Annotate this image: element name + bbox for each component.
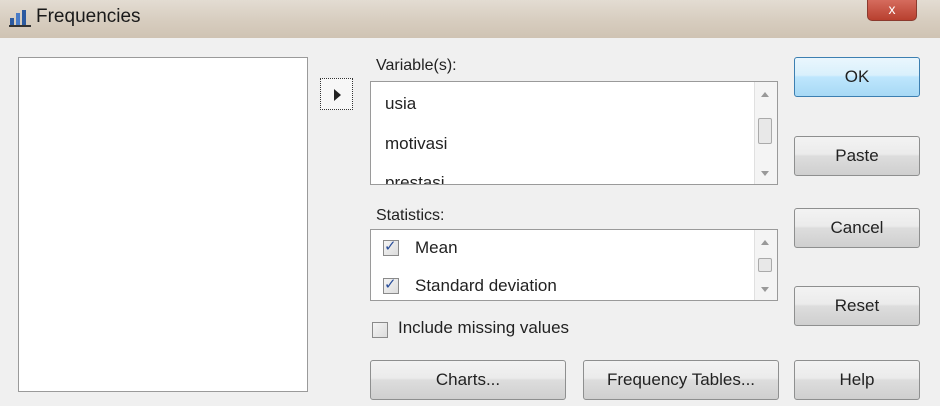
cancel-button[interactable]: Cancel [794,208,920,248]
checkmark-icon: ✓ [384,238,397,255]
mean-checkbox[interactable]: ✓ [383,238,399,256]
scroll-up-icon[interactable] [761,240,769,245]
variable-item[interactable]: prestasi [385,173,445,184]
title-bar: Frequencies x [0,0,940,38]
statistic-item-standard-deviation[interactable]: Standard deviation [415,276,557,296]
paste-button[interactable]: Paste [794,136,920,176]
cancel-button-label: Cancel [830,218,884,237]
scroll-down-icon[interactable] [761,287,769,292]
statistics-label-text: Statistics: [376,207,445,224]
window-title: Frequencies [36,6,141,27]
checkmark-icon: ✓ [384,276,397,293]
statistics-label: Statistics: [376,207,444,225]
variables-label-text: Variable(s): [376,57,457,74]
variable-item[interactable]: motivasi [385,134,447,154]
statistics-listbox[interactable]: ✓ Mean ✓ Standard deviation [370,229,778,301]
scroll-up-icon[interactable] [761,92,769,97]
reset-button-label: Reset [834,296,880,315]
spss-frequencies-icon [9,10,31,27]
help-button[interactable]: Help [794,360,920,400]
scroll-thumb[interactable] [758,258,772,272]
close-icon: x [888,1,896,17]
statistics-scrollbar[interactable] [754,230,777,300]
help-button-label: Help [839,370,875,389]
variable-item[interactable]: usia [385,94,416,114]
ok-button-label: OK [844,67,870,86]
arrow-right-icon [334,89,341,101]
charts-button[interactable]: Charts... [370,360,566,400]
reset-button[interactable]: Reset [794,286,920,326]
frequencies-dialog: Frequencies x Variable(s): usia motivasi… [0,0,940,406]
source-variable-list[interactable] [18,57,308,392]
scroll-down-icon[interactable] [761,171,769,176]
statistic-item-mean[interactable]: Mean [415,238,458,258]
standard-deviation-checkbox[interactable]: ✓ [383,276,399,294]
move-variable-button[interactable] [320,78,353,110]
charts-button-label: Charts... [435,370,501,389]
frequency-tables-button-label: Frequency Tables... [606,370,756,389]
ok-button[interactable]: OK [794,57,920,97]
include-missing-values-checkbox[interactable] [372,322,388,338]
frequency-tables-button[interactable]: Frequency Tables... [583,360,779,400]
variables-listbox[interactable]: usia motivasi prestasi [370,81,778,185]
variables-label: Variable(s): [376,57,457,75]
variables-scrollbar[interactable] [754,82,777,184]
include-missing-values-label[interactable]: Include missing values [398,318,569,338]
paste-button-label: Paste [835,146,879,165]
close-button[interactable]: x [867,0,917,21]
scroll-thumb[interactable] [758,118,772,144]
